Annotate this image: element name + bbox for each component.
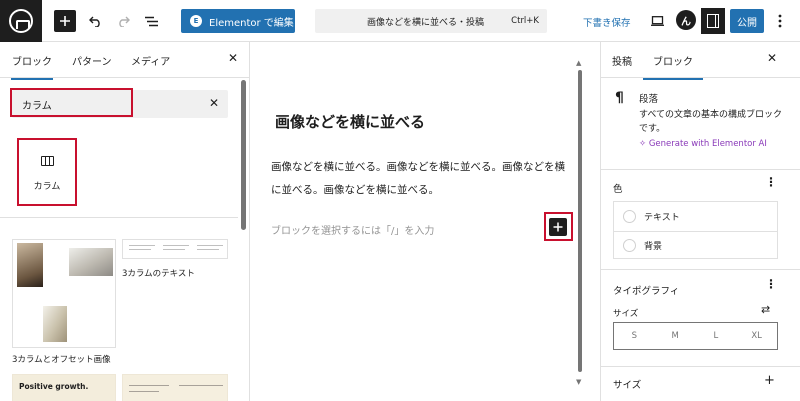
publish-button[interactable]: 公開	[730, 9, 764, 33]
pattern-image	[69, 248, 113, 276]
settings-sidebar: 投稿 ブロック ✕ ¶ 段落 すべての文章の基本の構成ブロックです。 ✧ Gen…	[600, 42, 800, 401]
swatch-icon	[623, 239, 636, 252]
document-title: 画像などを横に並べる・投稿	[367, 17, 485, 28]
divider	[0, 217, 238, 218]
editor-top-toolbar: E Elementor で編集 画像などを横に並べる・投稿 Ctrl+K 下書き…	[0, 0, 800, 42]
save-draft-button[interactable]: 下書き保存	[583, 15, 631, 29]
color-item-label: 背景	[644, 242, 663, 252]
block-inserter-toggle[interactable]	[54, 10, 76, 32]
tab-patterns[interactable]: パターン	[72, 53, 112, 68]
block-inserter-panel: ブロック パターン メディア ✕ ✕ カラム 3カラムとオフセット画像 3カラム…	[0, 42, 250, 401]
typography-options-icon[interactable]: ⋮	[765, 277, 777, 291]
font-size-picker: S M L XL	[613, 322, 778, 350]
close-inserter-icon[interactable]: ✕	[228, 51, 238, 65]
ai-assistant-icon[interactable]: ん	[676, 10, 696, 30]
plus-icon	[60, 16, 70, 26]
color-panel: 色 ⋮ テキスト 背景	[601, 170, 800, 270]
desktop-preview-icon	[650, 16, 664, 26]
undo-button[interactable]	[86, 9, 104, 33]
edit-with-elementor-label: Elementor で編集	[209, 17, 294, 29]
editor-canvas: 画像などを横に並べる 画像などを横に並べる。画像などを横に並べる。画像などを横に…	[251, 42, 599, 401]
color-items-group: テキスト 背景	[613, 201, 778, 259]
pattern-three-columns-offset-images[interactable]	[12, 239, 116, 348]
color-item-label: テキスト	[644, 212, 680, 223]
pattern-positive-growth[interactable]: Positive growth.	[12, 374, 116, 401]
post-title[interactable]: 画像などを横に並べる	[275, 111, 425, 132]
document-overview-button[interactable]	[142, 9, 160, 33]
inserter-tabs: ブロック パターン メディア ✕	[0, 42, 249, 80]
color-item-background[interactable]: 背景	[614, 231, 777, 259]
scroll-down-arrow-icon[interactable]: ▼	[576, 378, 581, 386]
preview-button[interactable]	[648, 9, 666, 33]
undo-icon	[88, 16, 100, 27]
block-name: 段落	[639, 94, 659, 105]
settings-sidebar-toggle[interactable]	[701, 8, 725, 34]
custom-size-icon[interactable]: ⇄	[761, 303, 770, 316]
canvas-scrollbar[interactable]	[578, 70, 582, 372]
generate-ai-link[interactable]: ✧ Generate with Elementor AI	[639, 139, 767, 149]
inserter-scrollbar[interactable]	[241, 80, 246, 230]
pattern-card[interactable]	[122, 374, 228, 401]
swatch-icon	[623, 209, 636, 223]
redo-icon	[118, 16, 130, 27]
tab-media[interactable]: メディア	[131, 53, 170, 68]
font-size-l[interactable]: L	[696, 323, 737, 349]
redo-button[interactable]	[114, 9, 132, 33]
command-shortcut: Ctrl+K	[511, 16, 539, 26]
color-item-text[interactable]: テキスト	[614, 202, 777, 230]
more-vertical-icon	[778, 14, 782, 28]
pattern-label: 3カラムのテキスト	[122, 269, 195, 279]
dimensions-panel: サイズ +	[601, 367, 800, 401]
font-size-s[interactable]: S	[614, 323, 655, 349]
sidebar-icon	[707, 14, 719, 28]
pattern-label: 3カラムとオフセット画像	[12, 355, 111, 365]
command-palette-bar[interactable]: 画像などを横に並べる・投稿 Ctrl+K	[315, 9, 547, 33]
list-view-icon	[144, 16, 158, 26]
tab-post[interactable]: 投稿	[612, 53, 632, 68]
color-panel-title: 色	[613, 184, 623, 195]
settings-tabs: 投稿 ブロック ✕	[601, 42, 800, 80]
default-block-appender[interactable]: ブロックを選択するには「/」を入力	[271, 222, 434, 237]
pattern-preview-text: Positive growth.	[19, 382, 89, 391]
font-size-label: サイズ	[613, 309, 639, 319]
result-highlight-box	[17, 138, 77, 206]
block-description: すべての文章の基本の構成ブロックです。	[639, 110, 783, 134]
font-size-m[interactable]: M	[655, 323, 696, 349]
typography-panel: タイポグラフィ ⋮ サイズ ⇄ S M L XL	[601, 270, 800, 367]
paragraph-icon: ¶	[615, 90, 624, 106]
pattern-image	[43, 306, 67, 342]
generate-ai-label: Generate with Elementor AI	[648, 139, 767, 149]
dimensions-title: サイズ	[613, 380, 642, 391]
edit-with-elementor-button[interactable]: E Elementor で編集	[181, 9, 295, 33]
options-menu-button[interactable]	[774, 9, 786, 33]
add-dimension-icon[interactable]: +	[764, 373, 775, 388]
scroll-up-arrow-icon[interactable]: ▲	[576, 59, 581, 67]
typography-title: タイポグラフィ	[613, 286, 680, 297]
search-highlight-box	[10, 88, 133, 117]
elementor-icon: E	[190, 15, 202, 27]
color-options-icon[interactable]: ⋮	[765, 175, 777, 189]
pattern-image	[17, 243, 43, 287]
tab-block[interactable]: ブロック	[643, 53, 703, 80]
wordpress-logo-icon	[9, 9, 33, 33]
close-settings-icon[interactable]: ✕	[767, 51, 777, 65]
block-card: ¶ 段落 すべての文章の基本の構成ブロックです。 ✧ Generate with…	[601, 78, 800, 170]
font-size-xl[interactable]: XL	[736, 323, 777, 349]
clear-search-icon[interactable]: ✕	[209, 96, 219, 110]
paragraph-block[interactable]: 画像などを横に並べる。画像などを横に並べる。画像などを横に並べる。画像などを横に…	[271, 156, 575, 202]
add-button-highlight-box	[544, 212, 573, 241]
tab-blocks[interactable]: ブロック	[11, 53, 53, 80]
wordpress-logo-button[interactable]	[0, 0, 42, 42]
pattern-three-columns-text[interactable]	[122, 239, 228, 259]
